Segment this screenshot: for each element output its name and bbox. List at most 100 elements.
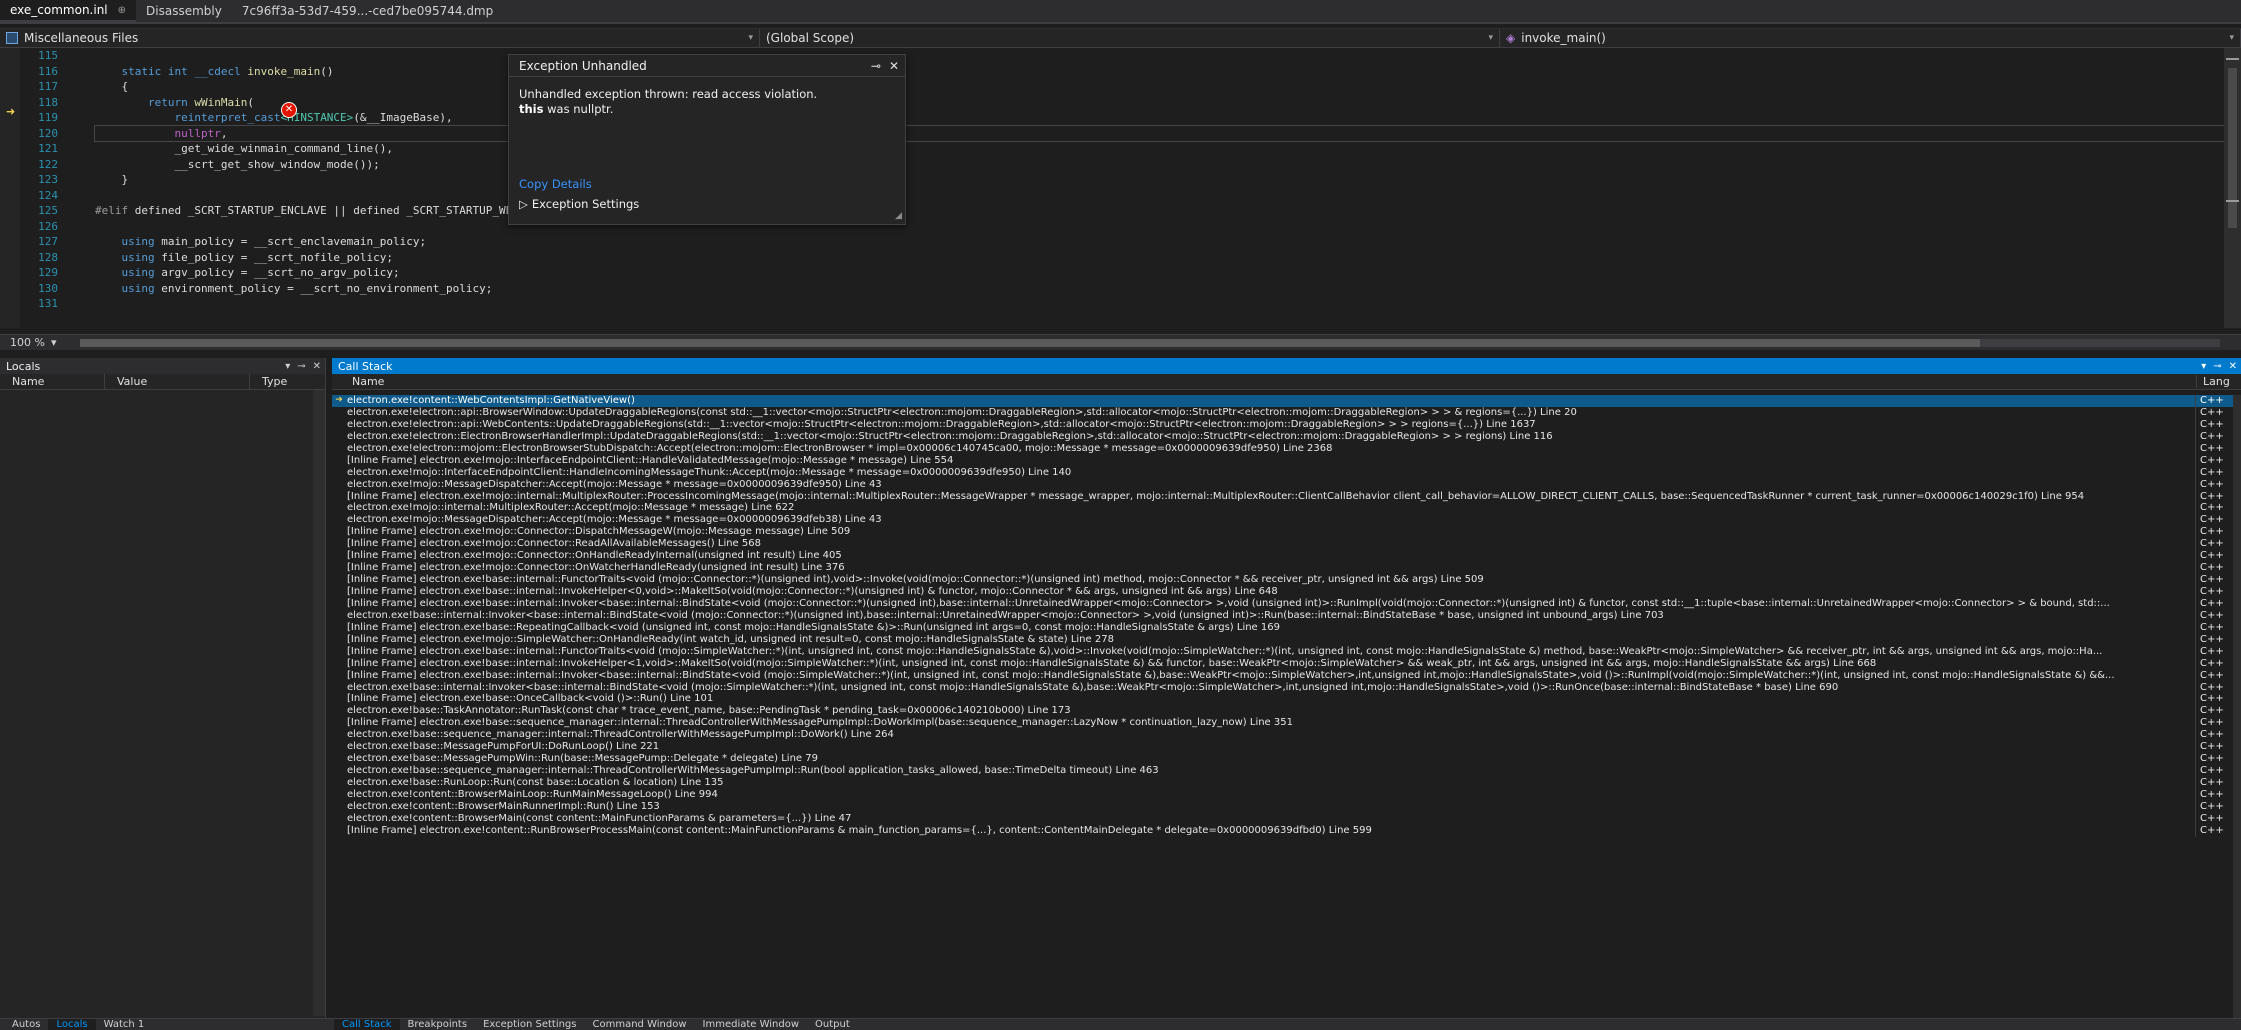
window-options-icon[interactable]: ▾ (285, 361, 290, 372)
close-icon[interactable]: ✕ (2229, 361, 2237, 372)
call-stack-row[interactable]: electron.exe!mojo::MessageDispatcher::Ac… (332, 478, 2241, 491)
scrollbar-thumb[interactable] (80, 339, 1980, 347)
editor-horizontal-scrollbar[interactable] (80, 339, 2220, 347)
column-header-name[interactable]: Name (0, 373, 105, 390)
call-stack-row[interactable]: electron.exe!electron::ElectronBrowserHa… (332, 430, 2241, 443)
frame-marker (332, 682, 346, 694)
call-stack-row[interactable]: electron.exe!base::internal::Invoker<bas… (332, 609, 2241, 622)
code-editor[interactable]: ➜ 115 116 117 118 119 120 121 122 123 12… (0, 48, 2241, 328)
call-stack-row[interactable]: electron.exe!base::MessagePumpForUI::DoR… (332, 741, 2241, 754)
call-stack-row[interactable]: [Inline Frame] electron.exe!base::intern… (332, 597, 2241, 610)
call-stack-row[interactable]: electron.exe!base::sequence_manager::int… (332, 729, 2241, 742)
pin-icon[interactable]: ⊕ (118, 5, 126, 16)
frame-marker (332, 789, 346, 801)
indicator-margin[interactable] (0, 48, 20, 328)
window-options-icon[interactable]: ▾ (2201, 361, 2206, 372)
call-stack-row[interactable]: [Inline Frame] electron.exe!base::intern… (332, 586, 2241, 598)
call-stack-row[interactable]: [Inline Frame] electron.exe!base::intern… (332, 574, 2241, 586)
tab-exe-common[interactable]: exe_common.inl ⊕ (0, 0, 137, 22)
call-stack-row[interactable]: [Inline Frame] electron.exe!mojo::Simple… (332, 633, 2241, 646)
code-text-area[interactable]: static int __cdecl invoke_main() { retur… (94, 48, 2226, 328)
call-stack-row[interactable]: [Inline Frame] electron.exe!mojo::Interf… (332, 454, 2241, 467)
chevron-right-icon: ▷ (519, 197, 528, 211)
call-stack-vertical-scrollbar[interactable] (2233, 395, 2241, 1018)
frame-marker (332, 729, 346, 741)
tab-breakpoints[interactable]: Breakpoints (400, 1019, 476, 1030)
call-stack-row[interactable]: electron.exe!electron::api::WebContents:… (332, 418, 2241, 431)
instruction-pointer-icon: ➜ (6, 105, 16, 118)
call-stack-row[interactable]: electron.exe!electron::mojom::ElectronBr… (332, 442, 2241, 455)
project-dropdown[interactable]: Miscellaneous Files ▾ (0, 28, 760, 47)
tab-output[interactable]: Output (807, 1019, 858, 1030)
call-stack-row[interactable]: [Inline Frame] electron.exe!base::intern… (332, 657, 2241, 670)
call-stack-row[interactable]: [Inline Frame] electron.exe!mojo::Connec… (332, 562, 2241, 575)
code-line: } (121, 173, 129, 186)
tab-watch-1[interactable]: Watch 1 (96, 1019, 153, 1030)
call-stack-row[interactable]: [Inline Frame] electron.exe!base::intern… (332, 669, 2241, 682)
call-stack-row[interactable]: electron.exe!mojo::internal::MultiplexRo… (332, 502, 2241, 515)
call-stack-row[interactable]: [Inline Frame] electron.exe!mojo::Connec… (332, 550, 2241, 563)
call-stack-row[interactable]: [Inline Frame] electron.exe!base::intern… (332, 645, 2241, 658)
call-stack-row[interactable]: electron.exe!electron::api::BrowserWindo… (332, 406, 2241, 419)
call-stack-row[interactable]: [Inline Frame] electron.exe!mojo::intern… (332, 490, 2241, 503)
frame-name: [Inline Frame] electron.exe!base::intern… (347, 657, 1877, 669)
column-header-value[interactable]: Value (105, 373, 250, 390)
frame-language: C++ (2195, 597, 2225, 610)
tab-exception-settings[interactable]: Exception Settings (475, 1019, 584, 1030)
frame-marker (332, 777, 346, 789)
line-number: 122 (38, 157, 58, 171)
call-stack-row[interactable]: [Inline Frame] electron.exe!mojo::Connec… (332, 538, 2241, 551)
column-header-name[interactable]: Name (332, 375, 2196, 388)
line-number: 130 (38, 281, 58, 295)
frame-name: [Inline Frame] electron.exe!base::sequen… (347, 717, 1293, 729)
tab-immediate-window[interactable]: Immediate Window (695, 1019, 808, 1030)
editor-vertical-scrollbar[interactable] (2224, 48, 2241, 328)
pin-icon[interactable]: ⊸ (2213, 361, 2221, 372)
tab-dump-file[interactable]: 7c96ff3a-53d7-459...-ced7be095744.dmp (232, 0, 503, 22)
zoom-dropdown[interactable]: 100 % ▾ (0, 336, 56, 349)
tab-autos[interactable]: Autos (4, 1019, 48, 1030)
exception-error-icon[interactable]: ✕ (281, 102, 297, 118)
call-stack-row[interactable]: electron.exe!base::sequence_manager::int… (332, 765, 2241, 777)
call-stack-row-current[interactable]: ➜ electron.exe!content::WebContentsImpl::… (332, 395, 2241, 407)
scope-dropdown[interactable]: (Global Scope) ▾ (760, 28, 1500, 47)
call-stack-row[interactable]: electron.exe!content::BrowserMainRunnerI… (332, 800, 2241, 813)
tab-command-window[interactable]: Command Window (585, 1019, 695, 1030)
tab-call-stack[interactable]: Call Stack (334, 1019, 400, 1030)
frame-marker (332, 514, 346, 526)
member-dropdown[interactable]: ◈ invoke_main() ▾ (1500, 28, 2241, 47)
frame-name: [Inline Frame] electron.exe!mojo::Interf… (347, 454, 954, 466)
call-stack-row[interactable]: electron.exe!mojo::InterfaceEndpointClie… (332, 466, 2241, 479)
copy-details-link[interactable]: Copy Details (519, 177, 592, 191)
locals-vertical-scrollbar[interactable] (313, 390, 325, 1016)
scrollbar-thumb[interactable] (2228, 68, 2237, 228)
call-stack-row[interactable]: electron.exe!content::BrowserMain(const … (332, 812, 2241, 825)
call-stack-window: Call Stack ▾ ⊸ ✕ Name Lang ➜ electron.exe… (332, 358, 2241, 1018)
pin-icon[interactable]: ⊸ (297, 361, 305, 372)
column-header-type[interactable]: Type (250, 374, 314, 390)
call-stack-row[interactable]: electron.exe!mojo::MessageDispatcher::Ac… (332, 514, 2241, 527)
frame-marker (332, 538, 346, 550)
frame-language: C++ (2195, 609, 2225, 622)
frame-language: C++ (2195, 621, 2225, 634)
call-stack-row[interactable]: electron.exe!base::RunLoop::Run(const ba… (332, 777, 2241, 789)
call-stack-row[interactable]: electron.exe!base::MessagePumpWin::Run(b… (332, 753, 2241, 766)
call-stack-row[interactable]: [Inline Frame] electron.exe!content::Run… (332, 824, 2241, 837)
close-icon[interactable]: ✕ (313, 361, 321, 372)
resize-grip-icon[interactable]: ◢ (895, 211, 902, 221)
tab-locals[interactable]: Locals (48, 1019, 96, 1030)
call-stack-row[interactable]: [Inline Frame] electron.exe!base::OnceCa… (332, 693, 2241, 706)
call-stack-row[interactable]: [Inline Frame] electron.exe!base::sequen… (332, 717, 2241, 730)
column-header-lang[interactable]: Lang (2196, 375, 2241, 388)
call-stack-row[interactable]: electron.exe!base::TaskAnnotator::RunTas… (332, 705, 2241, 718)
call-stack-row[interactable]: [Inline Frame] electron.exe!mojo::Connec… (332, 526, 2241, 539)
pin-icon[interactable]: ⊸ (871, 59, 881, 73)
call-stack-row[interactable]: electron.exe!base::internal::Invoker<bas… (332, 681, 2241, 694)
call-stack-row[interactable]: [Inline Frame] electron.exe!base::Repeat… (332, 621, 2241, 634)
exception-settings-expander[interactable]: ▷ Exception Settings (519, 197, 639, 211)
close-icon[interactable]: ✕ (889, 59, 899, 73)
tab-disassembly[interactable]: Disassembly (136, 0, 232, 22)
call-stack-row[interactable]: electron.exe!content::BrowserMainLoop::R… (332, 788, 2241, 801)
call-stack-frames[interactable]: ➜ electron.exe!content::WebContentsImpl::… (332, 395, 2241, 1018)
